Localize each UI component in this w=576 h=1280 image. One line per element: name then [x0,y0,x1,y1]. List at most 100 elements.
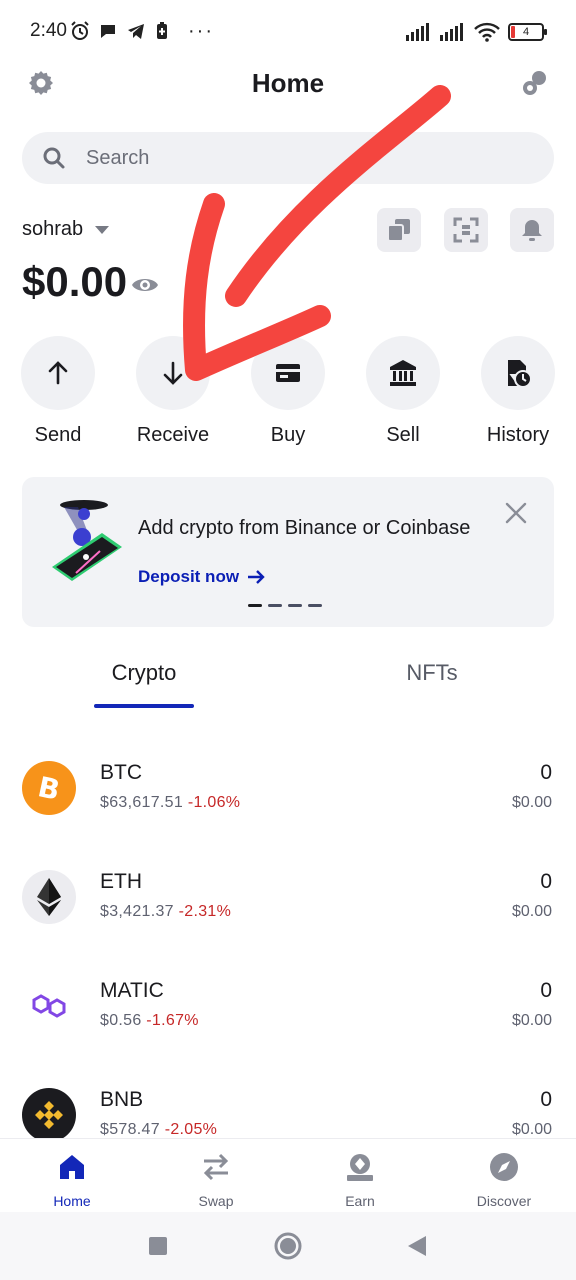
search-bar[interactable] [22,132,554,184]
arrow-down-icon [163,361,183,385]
history-circle[interactable] [481,336,555,410]
tab-nfts[interactable]: NFTs [382,660,482,686]
chat-icon [101,25,115,38]
scan-icon [453,217,479,243]
status-notification-icons: ··· [70,21,214,41]
system-nav-bar [0,1212,576,1280]
asset-price: $0.56 [100,1012,142,1029]
receive-circle[interactable] [136,336,210,410]
tab-crypto[interactable]: Crypto [94,660,194,686]
nav-discover[interactable]: Discover [454,1151,554,1209]
asset-row-btc[interactable]: B BTC $63,617.51 -1.06% 0 $0.00 [22,761,554,831]
send-circle[interactable] [21,336,95,410]
polygon-icon [22,979,76,1033]
buy-circle[interactable] [251,336,325,410]
history-icon [508,360,532,388]
deposit-now-label: Deposit now [138,567,240,586]
eye-icon[interactable] [130,272,160,298]
signal-icon-2 [440,23,463,41]
history-label: History [486,424,550,446]
ethereum-icon [22,870,76,924]
carousel-dot[interactable] [268,604,282,607]
nav-swap[interactable]: Swap [166,1151,266,1209]
receive-label: Receive [136,424,210,446]
svg-text:B: B [35,771,63,805]
history-button[interactable]: History [481,336,555,446]
bell-icon [522,220,542,241]
asset-row-matic[interactable]: MATIC $0.56 -1.67% 0 $0.00 [22,979,554,1049]
search-icon [43,147,65,169]
nav-home[interactable]: Home [22,1151,122,1209]
recent-apps-button[interactable] [148,1236,168,1256]
carousel-dots [248,604,322,607]
asset-row-eth[interactable]: ETH $3,421.37 -2.31% 0 $0.00 [22,870,554,940]
copy-icon [387,219,410,242]
status-time: 2:40 [30,20,67,41]
battery-saver-icon [157,22,167,39]
page-title: Home [251,68,325,98]
asset-value: $0.00 [511,1121,552,1138]
wallet-name: sohrab [22,218,84,240]
card-icon [276,364,300,382]
back-button[interactable] [406,1234,428,1258]
asset-amount: 0 [540,1088,552,1111]
status-system-icons: 4 [406,22,547,42]
sell-label: Sell [386,424,420,446]
search-input[interactable] [86,146,486,170]
sell-button[interactable]: Sell [366,336,440,446]
earn-icon [347,1154,373,1181]
asset-price-line: $578.47 -2.05% [100,1121,217,1139]
bottom-nav: Home Swap Earn Discover [0,1138,576,1212]
asset-amount: 0 [540,761,552,784]
promo-card[interactable]: Add crypto from Binance or Coinbase Depo… [22,477,554,627]
asset-symbol: ETH [100,870,142,893]
connections-icon[interactable] [520,68,550,98]
receive-button[interactable]: Receive [136,336,210,446]
promo-title: Add crypto from Binance or Coinbase [138,517,471,539]
close-icon[interactable] [504,501,528,525]
scan-button[interactable] [444,208,488,252]
asset-price: $578.47 [100,1121,160,1138]
wallet-selector[interactable]: sohrab [22,218,110,241]
buy-button[interactable]: Buy [251,336,325,446]
arrow-up-icon [48,361,68,385]
carousel-dot[interactable] [288,604,302,607]
send-button[interactable]: Send [21,336,95,446]
asset-change: -1.06% [187,794,241,811]
asset-price-line: $0.56 -1.67% [100,1012,199,1030]
deposit-illustration [52,500,122,581]
nav-earn[interactable]: Earn [310,1151,410,1209]
asset-change: -2.05% [164,1121,218,1138]
copy-address-button[interactable] [377,208,421,252]
asset-price: $63,617.51 [100,794,184,811]
asset-symbol: BTC [100,761,142,784]
asset-price-line: $3,421.37 -2.31% [100,903,231,921]
asset-value: $0.00 [511,794,552,811]
compass-icon [490,1153,518,1181]
battery-level: 4 [522,26,530,38]
asset-change: -2.31% [178,903,232,920]
chevron-down-icon [95,225,110,234]
nav-discover-label: Discover [476,1193,532,1209]
carousel-dot[interactable] [248,604,262,607]
asset-symbol: BNB [100,1088,144,1111]
asset-amount: 0 [540,870,552,893]
sell-circle[interactable] [366,336,440,410]
telegram-icon [128,24,144,39]
total-balance: $0.00 [22,258,128,305]
nav-earn-label: Earn [345,1193,375,1209]
header: Home [0,60,576,108]
more-notifications: ··· [188,20,214,42]
active-tab-indicator [94,704,194,708]
asset-price-line: $63,617.51 -1.06% [100,794,240,812]
asset-symbol: MATIC [100,979,164,1002]
bnb-icon [22,1088,76,1142]
carousel-dot[interactable] [308,604,322,607]
arrow-right-icon [248,570,265,584]
home-button[interactable] [274,1232,302,1260]
buy-label: Buy [270,424,306,446]
nav-home-label: Home [53,1193,91,1209]
notifications-button[interactable] [510,208,554,252]
asset-value: $0.00 [511,903,552,920]
deposit-now-link[interactable]: Deposit now [138,567,265,587]
